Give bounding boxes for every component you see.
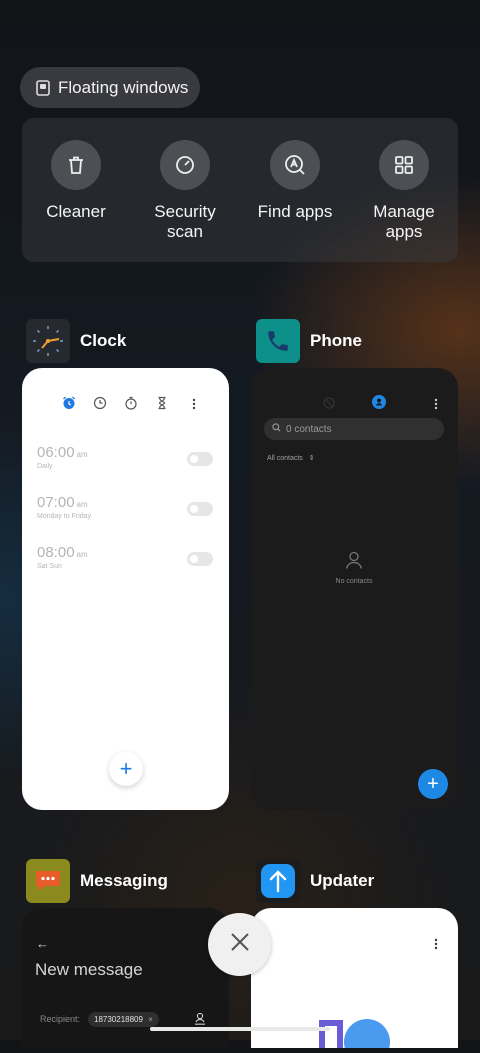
contacts-tab-icon[interactable] (372, 395, 386, 414)
floating-window-icon (36, 79, 50, 96)
alarm-time: 08:00 (37, 544, 75, 561)
find-apps-button[interactable]: Find apps (245, 140, 345, 222)
phone-app-icon (256, 319, 300, 363)
alarm-item[interactable]: 06:00 am Daily (37, 444, 217, 484)
security-scan-button[interactable]: Security scan (135, 140, 235, 242)
alarm-toggle[interactable] (187, 452, 213, 466)
clock-app-icon (26, 319, 70, 363)
back-arrow-icon[interactable]: ← (36, 936, 49, 951)
clear-all-button[interactable] (208, 913, 271, 976)
sort-arrows-icon: ⇕ (308, 455, 315, 462)
more-options-icon[interactable] (192, 397, 196, 415)
search-placeholder: 0 contacts (286, 423, 332, 435)
alarm-toggle[interactable] (187, 552, 213, 566)
stopwatch-tab-icon[interactable] (124, 396, 138, 415)
quick-actions-panel: Cleaner Security scan Find apps Manage a… (22, 118, 458, 262)
updater-app-header[interactable]: Updater (256, 859, 374, 903)
clock-app-header[interactable]: Clock (26, 319, 126, 363)
person-icon (344, 550, 364, 575)
empty-state-label: No contacts (335, 578, 373, 585)
messaging-app-name: Messaging (80, 871, 168, 890)
world-clock-tab-icon[interactable] (93, 396, 107, 415)
recipient-label: Recipient: (40, 1014, 81, 1024)
remove-recipient-icon[interactable]: × (148, 1015, 153, 1024)
manage-apps-label: Manage apps (373, 202, 435, 241)
phone-app-name: Phone (310, 331, 362, 350)
alarm-item[interactable]: 08:00 am Sat Sun (37, 544, 217, 584)
alarm-ampm: am (76, 450, 88, 459)
recents-tab-icon[interactable] (323, 396, 335, 414)
plus-icon: + (427, 773, 439, 795)
security-scan-label: Security scan (154, 202, 216, 241)
home-indicator[interactable] (150, 1027, 330, 1031)
cleaner-button[interactable]: Cleaner (26, 140, 126, 222)
add-alarm-button[interactable]: + (109, 752, 143, 786)
alarm-ampm: am (76, 550, 88, 559)
manage-apps-button[interactable]: Manage apps (354, 140, 454, 242)
shield-scan-icon (160, 140, 210, 190)
more-options-icon[interactable] (434, 937, 438, 955)
trash-icon (51, 140, 101, 190)
close-icon (229, 931, 251, 958)
alarm-time: 07:00 (37, 494, 75, 511)
recipient-chip[interactable]: 18730218809 × (88, 1012, 159, 1027)
recipient-number: 18730218809 (94, 1015, 143, 1024)
contacts-filter-label: All contacts (267, 455, 303, 462)
miui-logo-graphic (319, 1012, 391, 1053)
floating-windows-button[interactable]: Floating windows (20, 67, 200, 108)
cleaner-label: Cleaner (46, 202, 106, 221)
alarm-item[interactable]: 07:00 am Monday to Friday (37, 494, 217, 534)
contacts-search-input[interactable]: 0 contacts (264, 418, 444, 440)
new-message-title: New message (35, 960, 143, 979)
updater-app-icon (256, 859, 300, 903)
find-apps-label: Find apps (257, 202, 333, 221)
alarm-time: 06:00 (37, 444, 75, 461)
clock-app-card[interactable]: 06:00 am Daily 07:00 am Monday to Friday 0… (22, 368, 229, 810)
clock-tab-bar (62, 396, 196, 415)
add-contact-button[interactable]: + (418, 769, 448, 799)
updater-app-name: Updater (310, 871, 375, 890)
phone-app-header[interactable]: Phone (256, 319, 362, 363)
grid-icon (379, 140, 429, 190)
contacts-filter-dropdown[interactable]: All contacts ⇕ (267, 454, 315, 462)
more-options-icon[interactable] (434, 397, 438, 415)
messaging-app-icon (26, 859, 70, 903)
search-icon (272, 423, 281, 435)
alarm-toggle[interactable] (187, 502, 213, 516)
clock-app-name: Clock (80, 331, 127, 350)
plus-icon: + (119, 756, 133, 781)
alarm-tab-icon[interactable] (62, 396, 76, 415)
find-apps-icon (270, 140, 320, 190)
floating-windows-label: Floating windows (58, 77, 189, 97)
alarm-ampm: am (76, 500, 88, 509)
timer-tab-icon[interactable] (155, 396, 169, 415)
phone-app-card[interactable]: 0 contacts All contacts ⇕ No contacts + (250, 368, 458, 810)
messaging-app-header[interactable]: Messaging (26, 859, 168, 903)
